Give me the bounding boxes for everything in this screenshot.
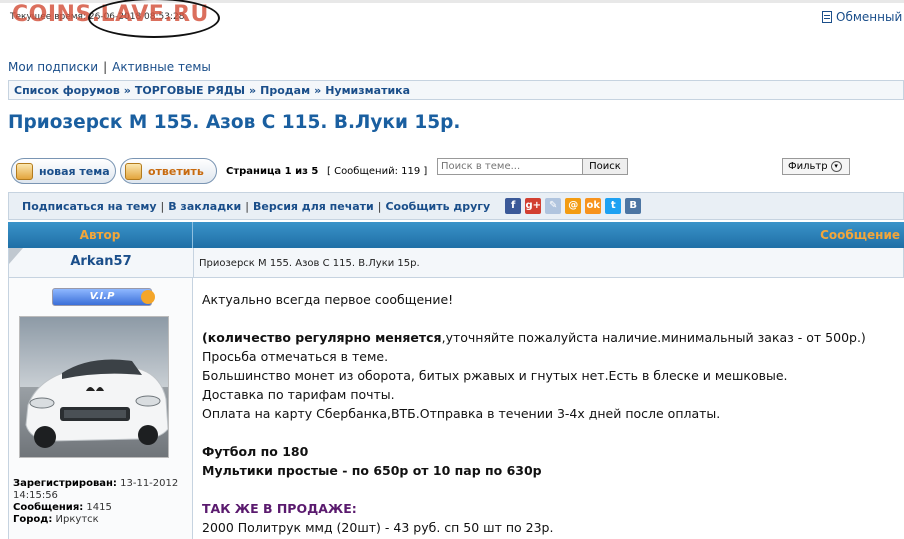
- exchange-link[interactable]: Обменный: [822, 10, 902, 24]
- post-line: (количество регулярно меняется,уточняйте…: [202, 328, 866, 347]
- post-header-row: Arkan57 Приозерск М 155. Азов С 115. В.Л…: [8, 248, 904, 278]
- filter-button[interactable]: Фильтр ▾: [782, 158, 850, 175]
- author-info: Зарегистрирован: 13-11-2012 14:15:56 Соо…: [13, 478, 178, 526]
- vip-badge: V.I.P: [52, 288, 155, 306]
- post-bold-text: Мультики простые - по 650р от 10 пар по …: [202, 463, 542, 478]
- breadcrumb-numismatics[interactable]: Нумизматика: [325, 84, 410, 97]
- exchange-link-label: Обменный: [836, 10, 903, 24]
- breadcrumb-trade[interactable]: ТОРГОВЫЕ РЯДЫ: [135, 84, 245, 97]
- post-line: 2000 Политрук ммд (20шт) - 43 руб. сп 50…: [202, 520, 554, 535]
- topic-search-input[interactable]: [437, 158, 583, 175]
- actions-separator: |: [245, 199, 249, 213]
- new-topic-button[interactable]: новая тема: [11, 158, 116, 184]
- mail-ru-icon[interactable]: @: [565, 198, 582, 214]
- actions-separator: |: [377, 199, 382, 213]
- facebook-icon[interactable]: f: [505, 198, 522, 214]
- messages-label: Сообщения:: [13, 502, 84, 513]
- city-value: Иркутск: [55, 514, 99, 525]
- post-line: Доставка по тарифам почты.: [202, 387, 395, 402]
- avatar[interactable]: [19, 316, 169, 458]
- post-author-name[interactable]: Arkan57: [9, 248, 194, 277]
- post-section-heading: ТАК ЖЕ В ПРОДАЖЕ:: [202, 501, 357, 516]
- breadcrumb-separator: »: [249, 84, 257, 97]
- odnoklassniki-icon[interactable]: ok: [585, 198, 602, 214]
- my-subscriptions-link[interactable]: Мои подписки: [8, 60, 98, 74]
- registered-time: 14:15:56: [13, 490, 58, 501]
- chevron-down-icon: ▾: [830, 161, 842, 172]
- post-bold-text: Футбол по 180: [202, 444, 309, 459]
- breadcrumb-sell[interactable]: Продам: [260, 84, 310, 97]
- post-line: Оплата на карту Сбербанка,ВТБ.Отправка в…: [202, 406, 721, 421]
- twitter-icon[interactable]: t: [605, 198, 622, 214]
- post-line: Актуально всегда первое сообщение!: [202, 292, 454, 307]
- actions-separator: |: [160, 199, 165, 213]
- bookmarks-link[interactable]: В закладки: [168, 200, 241, 213]
- active-topics-link[interactable]: Активные темы: [112, 60, 211, 74]
- post-line: Просьба отмечаться в теме.: [202, 349, 389, 364]
- print-version-link[interactable]: Версия для печати: [253, 200, 374, 213]
- messages-count: [ Сообщений: 119 ]: [327, 166, 428, 177]
- reply-button[interactable]: ответить: [120, 158, 217, 184]
- post-text: ,уточняйте пожалуйста наличие.минимальны…: [441, 330, 866, 345]
- post-line: Мультики простые - по 650р от 10 пар по …: [202, 461, 866, 480]
- topic-actions-bar: Подписаться на тему | В закладки | Версия дл…: [8, 192, 904, 220]
- links-separator: |: [103, 60, 108, 74]
- page-info: Страница 1 из 5: [226, 166, 318, 177]
- vkontakte-icon[interactable]: B: [625, 198, 642, 214]
- hand-drawn-circle: [88, 0, 220, 38]
- post-line: Футбол по 180: [202, 442, 866, 461]
- car-avatar-image: [20, 317, 168, 457]
- page-of: из: [295, 166, 308, 177]
- document-icon: [822, 11, 832, 23]
- breadcrumb-forums[interactable]: Список форумов: [14, 84, 120, 97]
- author-column-header: Автор: [8, 222, 193, 248]
- search-button[interactable]: Поиск: [582, 158, 628, 175]
- post-bold-text: (количество регулярно меняется: [202, 330, 442, 345]
- message-column-header: Сообщение: [820, 228, 900, 242]
- page-total[interactable]: 5: [311, 166, 318, 177]
- author-profile-panel: V.I.P Зарегистрирован: 13-11-2012 14:15:…: [8, 278, 193, 539]
- reply-label: ответить: [148, 164, 204, 178]
- new-topic-icon: [16, 162, 33, 180]
- tell-friend-link[interactable]: Сообщить другу: [385, 200, 490, 213]
- messages-value[interactable]: 1415: [86, 502, 111, 513]
- reply-icon: [125, 162, 142, 180]
- registered-date: 13-11-2012: [120, 478, 179, 489]
- breadcrumb-separator: »: [314, 84, 322, 97]
- breadcrumb: Список форумов» ТОРГОВЫЕ РЯДЫ» Продам» Нуми…: [8, 80, 904, 100]
- post-line: Большинство монет из оборота, битых ржав…: [202, 368, 788, 383]
- page-current: 1: [284, 166, 292, 177]
- user-links: Мои подписки | Активные темы: [8, 60, 211, 74]
- registered-label: Зарегистрирован:: [13, 478, 117, 489]
- posts-table-header: Автор Сообщение: [8, 222, 904, 248]
- city-label: Город:: [13, 514, 53, 525]
- livejournal-icon[interactable]: ✎: [545, 198, 562, 214]
- breadcrumb-separator: »: [123, 84, 131, 97]
- post-subject[interactable]: Приозерск М 155. Азов С 115. В.Луки 15р.: [199, 258, 420, 269]
- page-prefix: Страница: [226, 166, 282, 177]
- new-topic-label: новая тема: [39, 164, 110, 178]
- google-plus-icon[interactable]: g+: [525, 198, 542, 214]
- subscribe-link[interactable]: Подписаться на тему: [22, 200, 157, 213]
- post-body: Актуально всегда первое сообщение! (коли…: [202, 290, 866, 537]
- social-share-icons: f g+ ✎ @ ok t B: [505, 198, 642, 214]
- topic-title[interactable]: Приозерск М 155. Азов С 115. В.Луки 15р.: [8, 112, 460, 133]
- filter-label: Фильтр: [788, 161, 828, 172]
- corner-marker: [9, 248, 23, 264]
